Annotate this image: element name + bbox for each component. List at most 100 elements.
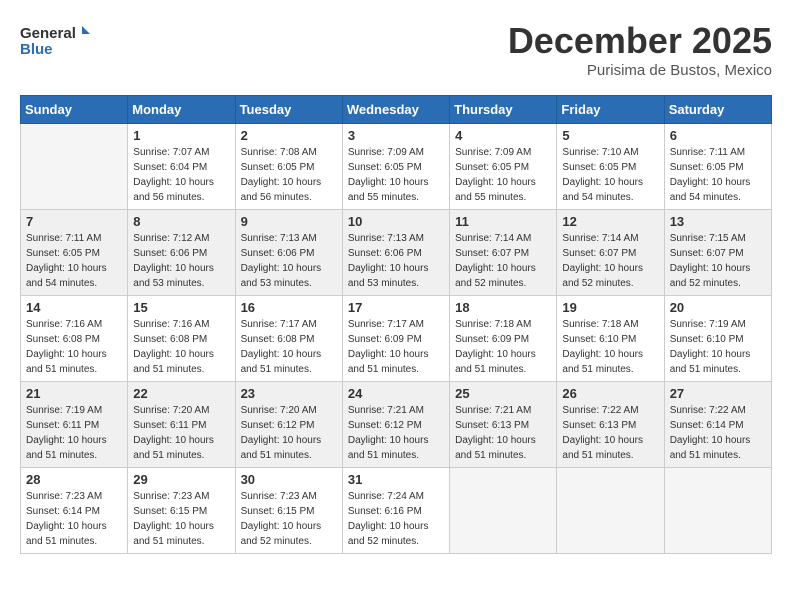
calendar-cell: 3Sunrise: 7:09 AMSunset: 6:05 PMDaylight… (342, 124, 449, 210)
calendar-cell: 12Sunrise: 7:14 AMSunset: 6:07 PMDayligh… (557, 210, 664, 296)
day-info: Sunrise: 7:17 AMSunset: 6:09 PMDaylight:… (348, 317, 444, 377)
day-info: Sunrise: 7:09 AMSunset: 6:05 PMDaylight:… (455, 145, 551, 205)
day-number: 6 (670, 128, 766, 143)
day-number: 26 (562, 386, 658, 401)
calendar-week-row: 21 Sunrise: 7:19 AMSunset: 6:11 PMDayligh… (21, 382, 772, 468)
calendar-week-row: 7 Sunrise: 7:11 AMSunset: 6:05 PMDaylight… (21, 210, 772, 296)
day-number: 11 (455, 214, 551, 229)
calendar-cell (21, 124, 128, 210)
calendar-table: SundayMondayTuesdayWednesdayThursdayFrid… (20, 95, 772, 554)
calendar-cell: 24 Sunrise: 7:21 AMSunset: 6:12 PMDayligh… (342, 382, 449, 468)
calendar-header-thursday: Thursday (450, 96, 557, 124)
day-number: 2 (241, 128, 337, 143)
month-title: December 2025 (508, 20, 772, 62)
calendar-cell: 8 Sunrise: 7:12 AMSunset: 6:06 PMDaylight… (128, 210, 235, 296)
logo-svg: General Blue (20, 20, 90, 60)
day-info: Sunrise: 7:24 AMSunset: 6:16 PMDaylight:… (348, 489, 444, 549)
day-number: 4 (455, 128, 551, 143)
calendar-cell: 17 Sunrise: 7:17 AMSunset: 6:09 PMDayligh… (342, 296, 449, 382)
calendar-cell: 2Sunrise: 7:08 AMSunset: 6:05 PMDaylight… (235, 124, 342, 210)
day-number: 21 (26, 386, 122, 401)
calendar-header-monday: Monday (128, 96, 235, 124)
calendar-cell: 5 Sunrise: 7:10 AMSunset: 6:05 PMDaylight… (557, 124, 664, 210)
day-info: Sunrise: 7:19 AMSunset: 6:11 PMDaylight:… (26, 403, 122, 463)
day-number: 16 (241, 300, 337, 315)
day-info: Sunrise: 7:07 AMSunset: 6:04 PMDaylight:… (133, 145, 229, 205)
day-info: Sunrise: 7:19 AMSunset: 6:10 PMDaylight:… (670, 317, 766, 377)
day-info: Sunrise: 7:16 AMSunset: 6:08 PMDaylight:… (26, 317, 122, 377)
calendar-cell: 19 Sunrise: 7:18 AMSunset: 6:10 PMDayligh… (557, 296, 664, 382)
calendar-header-wednesday: Wednesday (342, 96, 449, 124)
calendar-cell: 30 Sunrise: 7:23 AMSunset: 6:15 PMDayligh… (235, 468, 342, 554)
calendar-cell: 9 Sunrise: 7:13 AMSunset: 6:06 PMDaylight… (235, 210, 342, 296)
calendar-cell: 27 Sunrise: 7:22 AMSunset: 6:14 PMDayligh… (664, 382, 771, 468)
day-number: 18 (455, 300, 551, 315)
day-info: Sunrise: 7:18 AMSunset: 6:10 PMDaylight:… (562, 317, 658, 377)
day-info: Sunrise: 7:13 AMSunset: 6:06 PMDaylight:… (348, 231, 444, 291)
day-number: 25 (455, 386, 551, 401)
day-info: Sunrise: 7:22 AMSunset: 6:13 PMDaylight:… (562, 403, 658, 463)
calendar-cell: 22Sunrise: 7:20 AMSunset: 6:11 PMDayligh… (128, 382, 235, 468)
day-info: Sunrise: 7:16 AMSunset: 6:08 PMDaylight:… (133, 317, 229, 377)
svg-text:General: General (20, 25, 76, 42)
calendar-cell (450, 468, 557, 554)
calendar-cell: 31Sunrise: 7:24 AMSunset: 6:16 PMDayligh… (342, 468, 449, 554)
calendar-cell: 13Sunrise: 7:15 AMSunset: 6:07 PMDayligh… (664, 210, 771, 296)
day-info: Sunrise: 7:12 AMSunset: 6:06 PMDaylight:… (133, 231, 229, 291)
day-number: 24 (348, 386, 444, 401)
day-number: 28 (26, 472, 122, 487)
day-info: Sunrise: 7:10 AMSunset: 6:05 PMDaylight:… (562, 145, 658, 205)
day-info: Sunrise: 7:13 AMSunset: 6:06 PMDaylight:… (241, 231, 337, 291)
day-number: 7 (26, 214, 122, 229)
svg-text:Blue: Blue (20, 41, 53, 58)
day-info: Sunrise: 7:21 AMSunset: 6:13 PMDaylight:… (455, 403, 551, 463)
day-number: 30 (241, 472, 337, 487)
day-info: Sunrise: 7:14 AMSunset: 6:07 PMDaylight:… (455, 231, 551, 291)
calendar-cell: 10 Sunrise: 7:13 AMSunset: 6:06 PMDayligh… (342, 210, 449, 296)
day-number: 23 (241, 386, 337, 401)
day-info: Sunrise: 7:23 AMSunset: 6:15 PMDaylight:… (241, 489, 337, 549)
day-number: 14 (26, 300, 122, 315)
calendar-cell: 29Sunrise: 7:23 AMSunset: 6:15 PMDayligh… (128, 468, 235, 554)
day-number: 27 (670, 386, 766, 401)
day-number: 8 (133, 214, 229, 229)
calendar-cell: 14 Sunrise: 7:16 AMSunset: 6:08 PMDayligh… (21, 296, 128, 382)
day-info: Sunrise: 7:18 AMSunset: 6:09 PMDaylight:… (455, 317, 551, 377)
calendar-cell: 7 Sunrise: 7:11 AMSunset: 6:05 PMDaylight… (21, 210, 128, 296)
day-number: 13 (670, 214, 766, 229)
day-info: Sunrise: 7:21 AMSunset: 6:12 PMDaylight:… (348, 403, 444, 463)
page-header: General Blue December 2025 Purisima de B… (20, 20, 772, 79)
calendar-cell: 1Sunrise: 7:07 AMSunset: 6:04 PMDaylight… (128, 124, 235, 210)
calendar-cell: 26 Sunrise: 7:22 AMSunset: 6:13 PMDayligh… (557, 382, 664, 468)
calendar-cell (557, 468, 664, 554)
calendar-cell: 25 Sunrise: 7:21 AMSunset: 6:13 PMDayligh… (450, 382, 557, 468)
day-number: 20 (670, 300, 766, 315)
calendar-header-tuesday: Tuesday (235, 96, 342, 124)
calendar-header-friday: Friday (557, 96, 664, 124)
calendar-cell: 15 Sunrise: 7:16 AMSunset: 6:08 PMDayligh… (128, 296, 235, 382)
day-info: Sunrise: 7:14 AMSunset: 6:07 PMDaylight:… (562, 231, 658, 291)
day-info: Sunrise: 7:20 AMSunset: 6:12 PMDaylight:… (241, 403, 337, 463)
day-number: 15 (133, 300, 229, 315)
day-info: Sunrise: 7:20 AMSunset: 6:11 PMDaylight:… (133, 403, 229, 463)
day-info: Sunrise: 7:11 AMSunset: 6:05 PMDaylight:… (670, 145, 766, 205)
day-number: 17 (348, 300, 444, 315)
calendar-cell: 16Sunrise: 7:17 AMSunset: 6:08 PMDayligh… (235, 296, 342, 382)
calendar-cell: 18 Sunrise: 7:18 AMSunset: 6:09 PMDayligh… (450, 296, 557, 382)
day-number: 19 (562, 300, 658, 315)
day-number: 9 (241, 214, 337, 229)
day-info: Sunrise: 7:11 AMSunset: 6:05 PMDaylight:… (26, 231, 122, 291)
calendar-cell: 28Sunrise: 7:23 AMSunset: 6:14 PMDayligh… (21, 468, 128, 554)
calendar-cell: 21 Sunrise: 7:19 AMSunset: 6:11 PMDayligh… (21, 382, 128, 468)
day-number: 5 (562, 128, 658, 143)
day-info: Sunrise: 7:22 AMSunset: 6:14 PMDaylight:… (670, 403, 766, 463)
day-number: 10 (348, 214, 444, 229)
location: Purisima de Bustos, Mexico (508, 62, 772, 79)
calendar-header-sunday: Sunday (21, 96, 128, 124)
calendar-cell: 6 Sunrise: 7:11 AMSunset: 6:05 PMDaylight… (664, 124, 771, 210)
day-number: 3 (348, 128, 444, 143)
calendar-cell: 11 Sunrise: 7:14 AMSunset: 6:07 PMDayligh… (450, 210, 557, 296)
calendar-header-saturday: Saturday (664, 96, 771, 124)
calendar-week-row: 14 Sunrise: 7:16 AMSunset: 6:08 PMDayligh… (21, 296, 772, 382)
calendar-header-row: SundayMondayTuesdayWednesdayThursdayFrid… (21, 96, 772, 124)
